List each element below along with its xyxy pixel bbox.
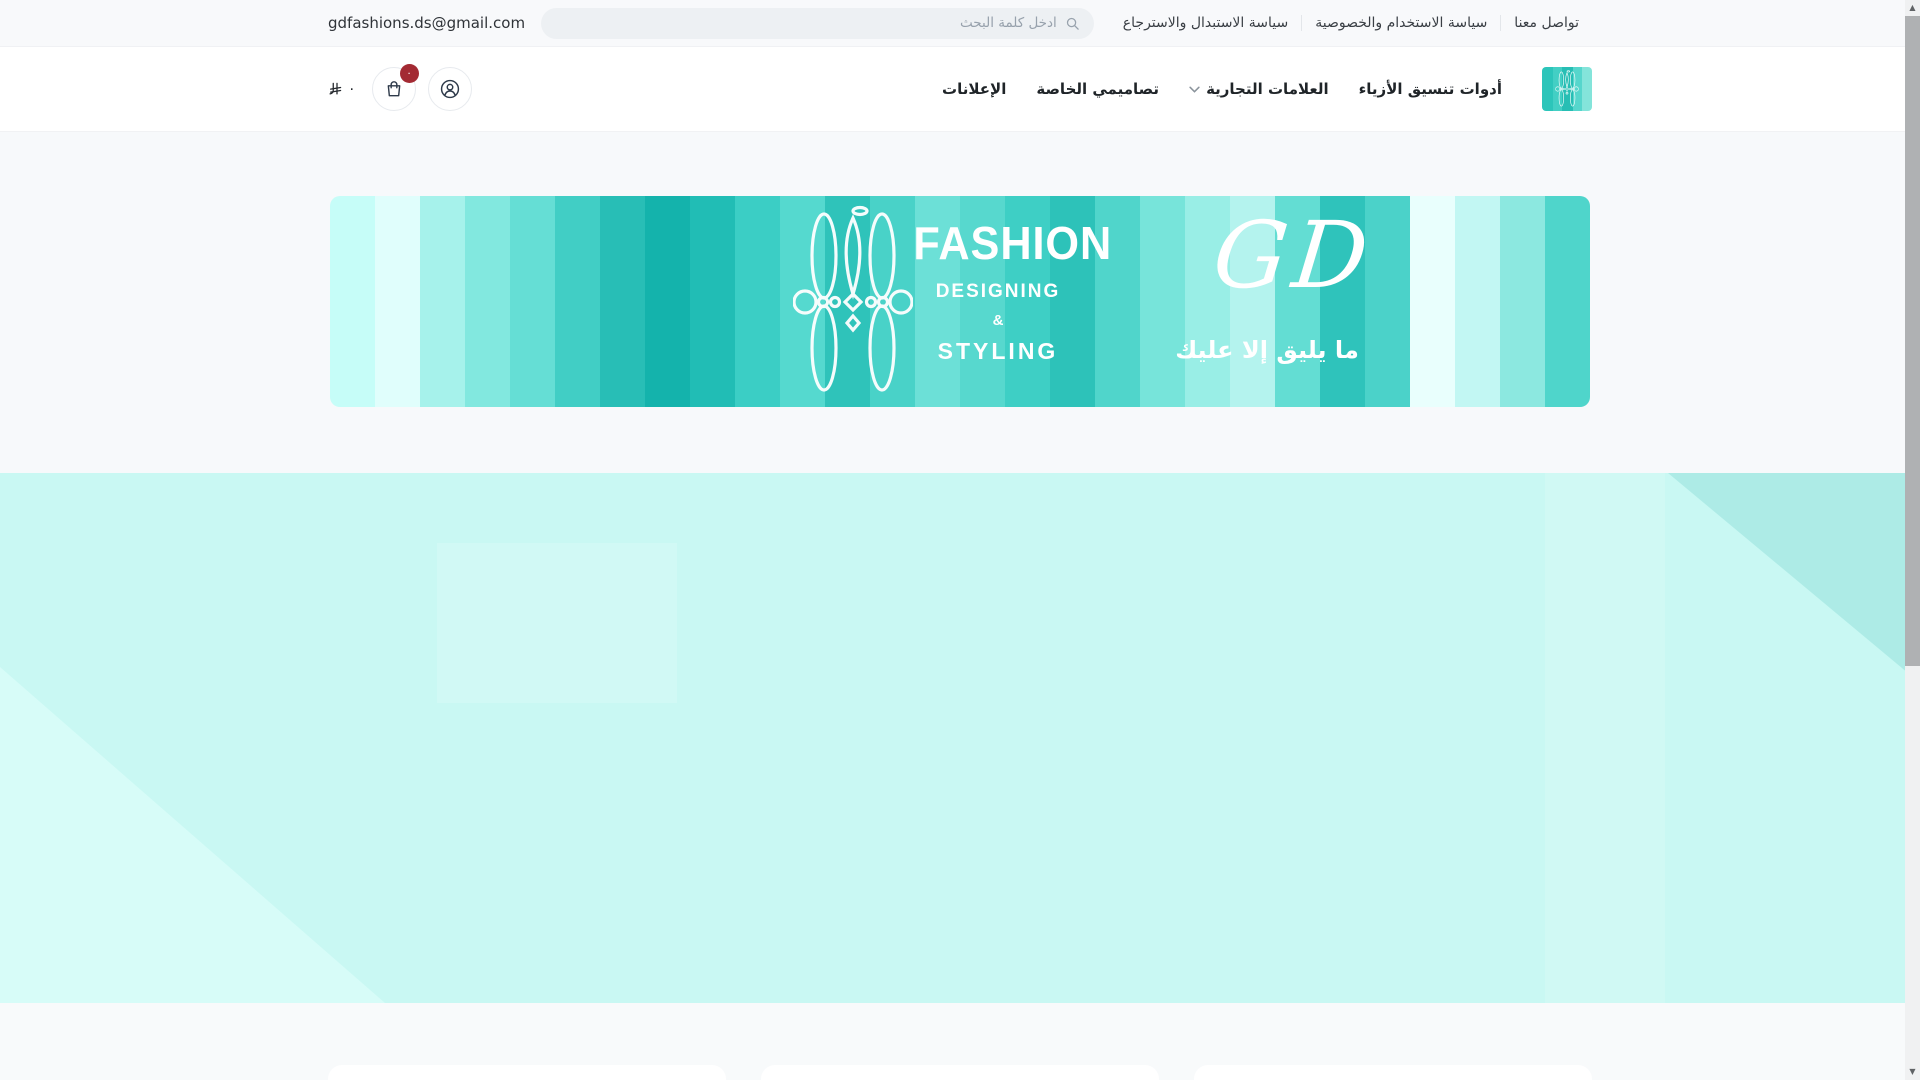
topbar-links: تواصل معنا سياسة الاستخدام والخصوصية سيا… xyxy=(1110,15,1592,31)
scroll-down-arrow-icon[interactable]: ▼ xyxy=(1909,1064,1915,1080)
banner-stripe xyxy=(555,196,600,407)
scroll-up-arrow-icon[interactable]: ▲ xyxy=(1909,0,1915,16)
main-nav: أدوات تنسيق الأزياء العلامات التجارية تص… xyxy=(942,80,1502,98)
search-icon xyxy=(1065,16,1080,31)
header-actions: ٠ ٠ xyxy=(328,64,472,111)
cart-count-badge: ٠ xyxy=(399,64,419,83)
nav-item-fashion-styling-tools[interactable]: أدوات تنسيق الأزياء xyxy=(1359,80,1502,98)
nav-label: تصاميمي الخاصة xyxy=(1036,80,1160,98)
cart-total[interactable]: ٠ xyxy=(328,81,356,97)
banner-subtitle-1: DESIGNING xyxy=(935,281,1061,302)
media-corner-triangle xyxy=(1668,473,1920,683)
nav-label: العلامات التجارية xyxy=(1206,80,1329,98)
banner-stripe xyxy=(375,196,420,407)
banner-stripe xyxy=(1140,196,1185,407)
media-highlight-1 xyxy=(437,543,677,703)
cart-total-amount: ٠ xyxy=(348,81,356,97)
nav-label: الإعلانات xyxy=(942,80,1007,98)
link-usage-privacy-policy[interactable]: سياسة الاستخدام والخصوصية xyxy=(1302,15,1502,31)
banner-stripe xyxy=(420,196,465,407)
brand-banner[interactable]: FASHION DESIGNING & STYLING GD ما يليق إ… xyxy=(330,196,1590,407)
search-input[interactable] xyxy=(555,15,1057,31)
cart-button[interactable]: ٠ xyxy=(371,64,419,111)
cards-row xyxy=(328,1003,1592,1080)
page: { "topbar": { "email": "gdfashions.ds@gm… xyxy=(0,0,1920,1080)
topbar: تواصل معنا سياسة الاستخدام والخصوصية سيا… xyxy=(0,0,1920,47)
content-card[interactable] xyxy=(761,1065,1159,1080)
banner-stripe xyxy=(1410,196,1455,407)
vertical-scrollbar[interactable]: ▲ ▼ xyxy=(1905,0,1920,1080)
contact-email[interactable]: gdfashions.ds@gmail.com xyxy=(328,14,525,32)
scrollbar-thumb[interactable] xyxy=(1905,16,1920,666)
banner-stripe xyxy=(600,196,645,407)
banner-stripe xyxy=(645,196,690,407)
banner-stripe xyxy=(465,196,510,407)
nav-label: أدوات تنسيق الأزياء xyxy=(1358,80,1502,98)
banner-monogram: GD xyxy=(1208,202,1379,309)
search-bar[interactable] xyxy=(541,7,1094,39)
banner-stripe xyxy=(510,196,555,407)
site-logo[interactable] xyxy=(1542,67,1592,111)
banner-tagline: ما يليق إلا عليك xyxy=(1175,336,1359,364)
content-card[interactable] xyxy=(1194,1065,1592,1080)
content-card[interactable] xyxy=(328,1065,726,1080)
chevron-down-icon xyxy=(1189,86,1200,93)
banner-wordmark: FASHION DESIGNING & STYLING xyxy=(908,217,1113,365)
link-exchange-return-policy[interactable]: سياسة الاستبدال والاسترجاع xyxy=(1110,15,1303,31)
hero-section: FASHION DESIGNING & STYLING GD ما يليق إ… xyxy=(0,132,1920,473)
banner-ampersand: & xyxy=(992,312,1004,329)
nav-item-my-designs[interactable]: تصاميمي الخاصة xyxy=(1036,80,1159,98)
account-button[interactable] xyxy=(427,67,472,111)
shopping-bag-icon xyxy=(384,79,404,99)
user-icon xyxy=(439,78,461,100)
main-header: أدوات تنسيق الأزياء العلامات التجارية تص… xyxy=(0,47,1920,132)
banner-title: FASHION xyxy=(913,217,1113,269)
nav-item-ads[interactable]: الإعلانات xyxy=(942,80,1006,98)
saudi-riyal-icon xyxy=(328,81,343,97)
banner-stripe xyxy=(330,196,375,407)
nav-item-brands[interactable]: العلامات التجارية xyxy=(1189,80,1329,98)
cards-section xyxy=(0,1003,1920,1080)
banner-stripe xyxy=(1500,196,1545,407)
banner-subtitle-2: STYLING xyxy=(937,338,1059,364)
link-contact-us[interactable]: تواصل معنا xyxy=(1501,15,1592,31)
banner-chandelier-icon xyxy=(792,204,914,404)
media-highlight-2 xyxy=(1545,473,1665,1003)
media-diagonal-wedge xyxy=(0,667,385,1003)
banner-stripe xyxy=(690,196,735,407)
media-section[interactable] xyxy=(0,473,1920,1003)
banner-stripe xyxy=(735,196,780,407)
banner-stripe xyxy=(1545,196,1590,407)
banner-stripe xyxy=(1455,196,1500,407)
gd-chandelier-logo-icon xyxy=(1555,70,1579,108)
